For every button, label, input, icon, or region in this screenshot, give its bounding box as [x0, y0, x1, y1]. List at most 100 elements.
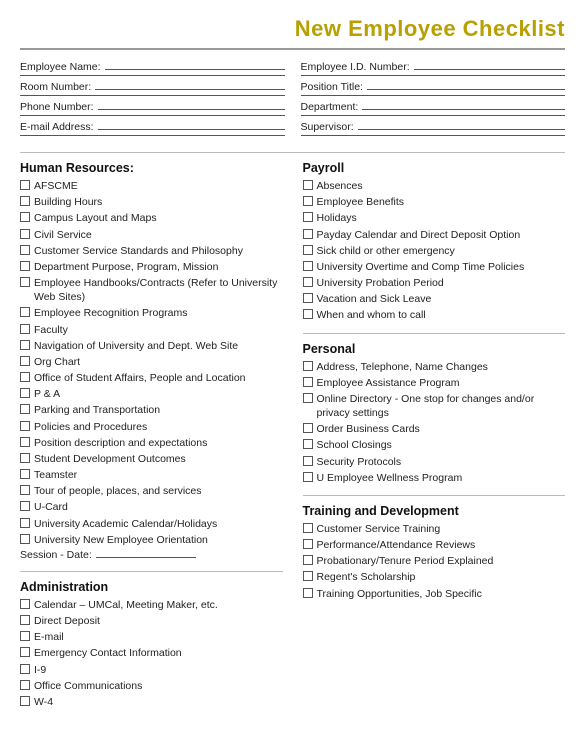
personal-divider	[303, 333, 566, 334]
email-address-line	[98, 120, 285, 130]
list-item: W-4	[20, 695, 283, 709]
list-item: Training Opportunities, Job Specific	[303, 587, 566, 601]
list-item: Security Protocols	[303, 455, 566, 469]
checkbox-icon[interactable]	[303, 309, 313, 319]
checkbox-icon[interactable]	[20, 245, 30, 255]
checkbox-icon[interactable]	[20, 696, 30, 706]
checkbox-icon[interactable]	[303, 377, 313, 387]
item-text: Employee Handbooks/Contracts (Refer to U…	[34, 276, 283, 304]
employee-id-line	[414, 60, 565, 70]
department-line	[362, 100, 565, 110]
checkbox-icon[interactable]	[303, 439, 313, 449]
department-field: Department:	[301, 100, 566, 116]
checkbox-icon[interactable]	[20, 229, 30, 239]
list-item: Student Development Outcomes	[20, 452, 283, 466]
list-item: Sick child or other emergency	[303, 244, 566, 258]
checkbox-icon[interactable]	[20, 261, 30, 271]
list-item: Building Hours	[20, 195, 283, 209]
checkbox-icon[interactable]	[20, 421, 30, 431]
list-item: Policies and Procedures	[20, 420, 283, 434]
item-text: School Closings	[317, 438, 392, 452]
item-text: Teamster	[34, 468, 77, 482]
supervisor-field: Supervisor:	[301, 120, 566, 136]
list-item: Direct Deposit	[20, 614, 283, 628]
employee-id-field: Employee I.D. Number:	[301, 60, 566, 76]
item-text: Training Opportunities, Job Specific	[317, 587, 482, 601]
position-title-field: Position Title:	[301, 80, 566, 96]
checkbox-icon[interactable]	[303, 293, 313, 303]
list-item: Calendar – UMCal, Meeting Maker, etc.	[20, 598, 283, 612]
checkbox-icon[interactable]	[20, 372, 30, 382]
checkbox-icon[interactable]	[20, 680, 30, 690]
checkbox-icon[interactable]	[20, 180, 30, 190]
checkbox-icon[interactable]	[20, 356, 30, 366]
checkbox-icon[interactable]	[20, 599, 30, 609]
checkbox-icon[interactable]	[20, 404, 30, 414]
checkbox-icon[interactable]	[303, 423, 313, 433]
item-text: University Probation Period	[317, 276, 444, 290]
checkbox-icon[interactable]	[303, 539, 313, 549]
list-item: University New Employee Orientation	[20, 533, 283, 547]
checkbox-icon[interactable]	[20, 277, 30, 287]
checkbox-icon[interactable]	[303, 472, 313, 482]
checkbox-icon[interactable]	[20, 485, 30, 495]
checkbox-icon[interactable]	[20, 453, 30, 463]
checkbox-icon[interactable]	[20, 307, 30, 317]
list-item: Absences	[303, 179, 566, 193]
form-section: Employee Name: Room Number: Phone Number…	[20, 60, 565, 140]
checkbox-icon[interactable]	[20, 340, 30, 350]
checkbox-icon[interactable]	[303, 229, 313, 239]
item-text: Navigation of University and Dept. Web S…	[34, 339, 238, 353]
checkbox-icon[interactable]	[303, 196, 313, 206]
list-item: Org Chart	[20, 355, 283, 369]
checkbox-icon[interactable]	[20, 324, 30, 334]
session-line: Session - Date:	[20, 549, 283, 561]
checkbox-icon[interactable]	[20, 518, 30, 528]
personal-title: Personal	[303, 342, 566, 356]
checkbox-icon[interactable]	[303, 212, 313, 222]
employee-id-label: Employee I.D. Number:	[301, 61, 410, 73]
checkbox-icon[interactable]	[303, 277, 313, 287]
section-divider	[20, 152, 565, 153]
list-item: Performance/Attendance Reviews	[303, 538, 566, 552]
training-section: Training and Development Customer Servic…	[303, 504, 566, 601]
checkbox-icon[interactable]	[303, 361, 313, 371]
checkbox-icon[interactable]	[20, 631, 30, 641]
checkbox-icon[interactable]	[20, 647, 30, 657]
item-text: Policies and Procedures	[34, 420, 147, 434]
page-title: New Employee Checklist	[20, 16, 565, 42]
checkbox-icon[interactable]	[303, 261, 313, 271]
checkbox-icon[interactable]	[20, 437, 30, 447]
checkbox-icon[interactable]	[20, 664, 30, 674]
item-text: University Overtime and Comp Time Polici…	[317, 260, 525, 274]
item-text: Absences	[317, 179, 363, 193]
checkbox-icon[interactable]	[303, 245, 313, 255]
checkbox-icon[interactable]	[20, 469, 30, 479]
checkbox-icon[interactable]	[303, 393, 313, 403]
checkbox-icon[interactable]	[20, 196, 30, 206]
checkbox-icon[interactable]	[20, 534, 30, 544]
checkbox-icon[interactable]	[20, 615, 30, 625]
main-content: Human Resources: AFSCMEBuilding HoursCam…	[20, 161, 565, 719]
checkbox-icon[interactable]	[303, 456, 313, 466]
email-address-field: E-mail Address:	[20, 120, 285, 136]
form-right: Employee I.D. Number: Position Title: De…	[301, 60, 566, 140]
item-text: Performance/Attendance Reviews	[317, 538, 476, 552]
item-text: Security Protocols	[317, 455, 402, 469]
checkbox-icon[interactable]	[303, 555, 313, 565]
checkbox-icon[interactable]	[303, 588, 313, 598]
list-item: Address, Telephone, Name Changes	[303, 360, 566, 374]
checkbox-icon[interactable]	[303, 571, 313, 581]
checkbox-icon[interactable]	[303, 523, 313, 533]
item-text: E-mail	[34, 630, 64, 644]
checkbox-icon[interactable]	[20, 388, 30, 398]
item-text: Probationary/Tenure Period Explained	[317, 554, 494, 568]
item-text: Parking and Transportation	[34, 403, 160, 417]
item-text: Employee Assistance Program	[317, 376, 460, 390]
checkbox-icon[interactable]	[20, 501, 30, 511]
checkbox-icon[interactable]	[303, 180, 313, 190]
list-item: U Employee Wellness Program	[303, 471, 566, 485]
item-text: Emergency Contact Information	[34, 646, 182, 660]
item-text: Student Development Outcomes	[34, 452, 186, 466]
checkbox-icon[interactable]	[20, 212, 30, 222]
